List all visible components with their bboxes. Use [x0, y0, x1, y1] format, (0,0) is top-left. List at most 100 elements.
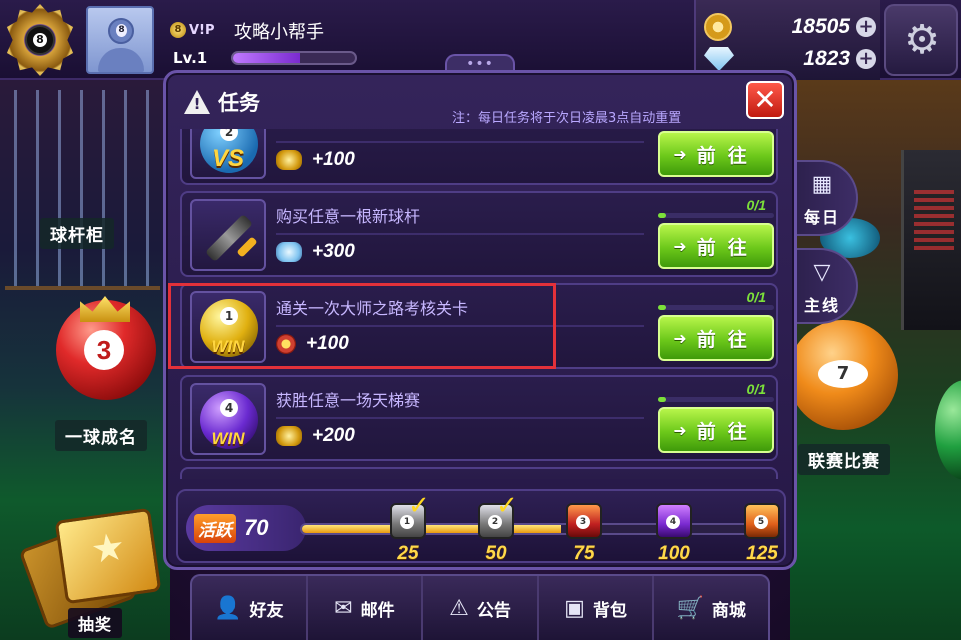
tab-main[interactable]: ▽ 主线 — [788, 248, 858, 324]
quest-icon: 1 WIN — [190, 291, 266, 363]
go-button-label: 前往 — [696, 236, 759, 259]
chest-number: 5 — [754, 515, 768, 529]
star-icon: ★ — [88, 523, 128, 573]
go-button[interactable]: ➜ 前往 — [658, 131, 774, 177]
activity-fill — [302, 525, 561, 533]
quest-divider — [276, 233, 644, 235]
coins-row: 18505 + — [704, 12, 876, 42]
arrow-right-icon: ➜ — [673, 144, 687, 164]
quest-panel: ! 任务 注：每日任务将于次日凌晨3点自动重置 ✕ 2 VS +100 ➜ 前往… — [163, 70, 797, 570]
quest-icon: 2 VS — [190, 129, 266, 179]
tab-daily-label: 每日 — [803, 208, 840, 227]
nav-item-label: 公告 — [476, 600, 511, 621]
tab-daily[interactable]: ▦ 每日 — [788, 160, 858, 236]
cue-rack[interactable] — [5, 90, 160, 290]
nav-item-label: 好友 — [249, 600, 284, 621]
quest-icon — [190, 199, 266, 271]
nav-item[interactable]: ⚠ 公告 — [423, 576, 539, 640]
milestone-chest[interactable]: 2 ✓ 50 — [478, 491, 518, 564]
arrow-right-icon: ➜ — [673, 420, 687, 440]
mail-icon: ✉ — [334, 595, 353, 621]
xp-fill — [233, 53, 301, 63]
rank-badge[interactable]: 8 — [6, 4, 74, 76]
settings-button[interactable]: ⚙ — [884, 4, 958, 76]
go-button[interactable]: ➜ 前往 — [658, 223, 774, 269]
check-icon: ✓ — [496, 491, 518, 521]
activity-track — [300, 523, 766, 535]
chest-number: 3 — [576, 515, 590, 529]
cue-cabinet-label[interactable]: 球杆柜 — [40, 218, 114, 249]
quest-progress-text: 0/1 — [746, 381, 766, 397]
lottery-label[interactable]: 抽奖 — [68, 608, 123, 638]
avatar-head: 8 — [108, 18, 134, 44]
milestone-chest[interactable]: 3 75 — [566, 495, 602, 564]
quest-reward: +200 — [276, 425, 355, 447]
quest-divider — [276, 325, 644, 327]
quest-reward-value: +300 — [312, 241, 355, 262]
panel-title: ! 任务 — [184, 87, 260, 117]
go-button-label: 前往 — [696, 144, 759, 167]
medal-reward-icon — [276, 334, 296, 354]
currency-panel: 18505 + 1823 + — [694, 0, 880, 80]
quest-row: 购买任意一根新球杆 +300 0/1 ➜ 前往 — [180, 191, 778, 277]
diamond-icon — [704, 47, 734, 71]
milestone-chest[interactable]: 4 100 — [656, 495, 692, 564]
quest-reward: +100 — [276, 149, 355, 171]
gold-reward-icon — [276, 426, 302, 446]
eight-ball-icon: 8 — [25, 25, 55, 55]
one-ball-label[interactable]: 一球成名 — [55, 420, 147, 451]
quest-title: 获胜任意一场天梯赛 — [276, 391, 421, 410]
quest-progress-text: 0/1 — [746, 197, 766, 213]
quest-icon-text: VS — [211, 145, 244, 172]
activity-value: 70 — [244, 515, 269, 540]
quest-icon-text: WIN — [211, 337, 245, 356]
quest-icon-text: WIN — [211, 429, 245, 448]
nav-item-label: 商城 — [711, 600, 746, 621]
vip-icon: 8 — [170, 22, 186, 38]
quest-reward-value: +200 — [312, 425, 355, 446]
nav-item[interactable]: ▣ 背包 — [539, 576, 655, 640]
lottery-entry[interactable]: ★ — [18, 507, 170, 630]
quest-divider — [276, 141, 644, 143]
calendar-icon: ▦ — [811, 172, 833, 197]
quest-reward-value: +100 — [306, 333, 349, 354]
warning-icon: ! — [184, 90, 210, 114]
quest-divider — [276, 417, 644, 419]
milestone-chest[interactable]: 5 125 — [744, 495, 780, 564]
milestone-value: 50 — [485, 543, 507, 564]
go-button-label: 前往 — [696, 420, 759, 443]
go-button[interactable]: ➜ 前往 — [658, 315, 774, 361]
quest-row: 1 WIN 通关一次大师之路考核关卡 +100 0/1 ➜ 前往 — [180, 283, 778, 369]
player-level: Lv.1 — [173, 49, 208, 67]
gems-reward-icon — [276, 242, 302, 262]
nav-item[interactable]: 👤 好友 — [192, 576, 308, 640]
panel-note: 注：每日任务将于次日凌晨3点自动重置 — [452, 111, 682, 126]
shop-cart-icon: 🛒 — [676, 595, 704, 621]
nav-item-label: 背包 — [592, 600, 627, 621]
milestone-chest[interactable]: 1 ✓ 25 — [390, 491, 430, 564]
friends-icon: 👤 — [214, 595, 242, 621]
add-diamonds-button[interactable]: + — [856, 49, 876, 69]
quest-icon: 4 WIN — [190, 383, 266, 455]
nav-item[interactable]: 🛒 商城 — [654, 576, 768, 640]
quest-row: 2 VS +100 ➜ 前往 — [180, 129, 778, 185]
avatar[interactable]: 8 — [86, 6, 154, 74]
nav-item[interactable]: ✉ 邮件 — [308, 576, 424, 640]
close-button[interactable]: ✕ — [746, 81, 784, 119]
quest-list[interactable]: 2 VS +100 ➜ 前往 购买任意一根新球杆 +300 0/1 ➜ 前往 1… — [180, 129, 780, 479]
quest-row: 4 WIN 获胜任意一场天梯赛 +200 0/1 ➜ 前往 — [180, 375, 778, 461]
avatar-body — [98, 48, 144, 72]
quest-reward: +100 — [276, 333, 349, 355]
check-icon: ✓ — [408, 491, 430, 521]
quest-title: 购买任意一根新球杆 — [276, 207, 421, 226]
go-button[interactable]: ➜ 前往 — [658, 407, 774, 453]
quest-row — [180, 467, 778, 479]
diamonds-value: 1823 — [803, 47, 850, 70]
league-ball-entry[interactable]: 7 — [788, 320, 898, 430]
league-label[interactable]: 联赛比赛 — [798, 444, 890, 475]
vip-badge[interactable]: 8 V!P — [170, 20, 215, 40]
chest-number: 4 — [666, 515, 680, 529]
add-coins-button[interactable]: + — [856, 17, 876, 37]
arcade-machine — [901, 150, 961, 330]
milestone-value: 75 — [573, 543, 595, 564]
